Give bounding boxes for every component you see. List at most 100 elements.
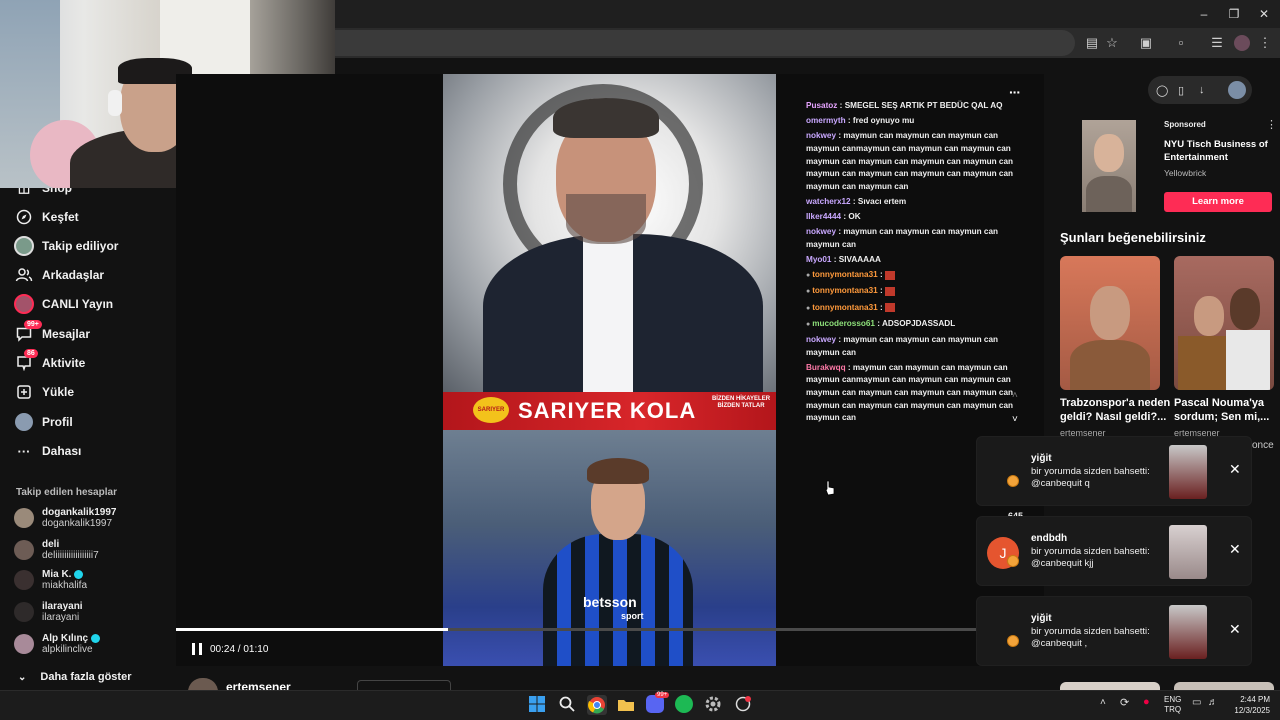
chat-separator: : xyxy=(877,286,885,296)
account-avatar[interactable] xyxy=(1228,81,1246,99)
more-options-icon[interactable]: ··· xyxy=(1009,84,1021,100)
clock[interactable]: 2:44 PM 12/3/2025 xyxy=(1228,694,1270,716)
chat-username[interactable]: tonnymontana31 xyxy=(812,286,878,295)
ad-body xyxy=(1086,176,1132,212)
sponsored-ad[interactable]: Sponsored ⋮ NYU Tisch Business of Entert… xyxy=(1060,116,1277,216)
recommended-video-title[interactable]: Pascal Nouma'ya sordum; Sen mi,... xyxy=(1174,396,1280,424)
close-icon[interactable]: ✕ xyxy=(1229,461,1241,478)
creator-name[interactable]: ertemsener xyxy=(226,680,291,690)
chat-username[interactable]: omermyth xyxy=(806,116,846,125)
recommended-thumbnail[interactable] xyxy=(1060,256,1160,390)
close-icon[interactable]: ✕ xyxy=(1229,621,1241,638)
friends-icon xyxy=(14,265,34,285)
bookmark-star-icon[interactable]: ☆ xyxy=(1103,34,1121,52)
chrome-icon[interactable] xyxy=(587,695,607,715)
learn-more-button[interactable]: Learn more xyxy=(1164,192,1272,212)
chat-message: Ilker4444 : OK xyxy=(806,211,1022,224)
chat-username[interactable]: watcherx12 xyxy=(806,197,851,206)
follow-button[interactable] xyxy=(357,680,451,690)
chat-username[interactable]: Burakwqq xyxy=(806,363,846,372)
close-window-icon[interactable]: ✕ xyxy=(1256,6,1272,22)
thumb-face xyxy=(1090,286,1130,340)
sidebar-item-friends[interactable]: Arkadaşlar xyxy=(14,263,104,287)
ad-title: NYU Tisch Business of Entertainment xyxy=(1164,139,1268,163)
close-icon[interactable]: ✕ xyxy=(1229,541,1241,558)
sidebar-item-following[interactable]: Takip ediliyor xyxy=(14,234,118,258)
sidebar-item-live[interactable]: CANLI Yayın xyxy=(14,292,113,316)
minimize-icon[interactable]: – xyxy=(1196,6,1212,22)
settings-gear-icon[interactable] xyxy=(704,695,724,715)
followed-account[interactable]: dogankalik1997 dogankalik1997 xyxy=(14,504,116,532)
chat-username[interactable]: Myo01 xyxy=(806,255,831,264)
sidebar-item-label: Aktivite xyxy=(42,356,86,370)
install-app-icon[interactable]: ▤ xyxy=(1083,34,1101,52)
sidebar-item-messages[interactable]: 99+ Mesajlar xyxy=(14,320,90,346)
phone-icon[interactable]: ▯ xyxy=(1178,84,1184,97)
file-explorer-icon[interactable] xyxy=(616,695,636,715)
chat-username[interactable]: Pusatoz xyxy=(806,101,837,110)
sidebar-item-activity[interactable]: 86 Aktivite xyxy=(14,349,86,375)
tray-chevron-up-icon[interactable]: ˄ xyxy=(1100,697,1106,708)
activity-icon: 86 xyxy=(14,349,38,373)
volume-icon[interactable]: ♬ xyxy=(1208,697,1218,708)
windows-start-icon[interactable] xyxy=(528,695,548,715)
recommended-video-title[interactable]: Trabzonspor'a neden geldi? Nasıl geldi?.… xyxy=(1060,396,1172,424)
headphone-left xyxy=(108,90,122,116)
sync-icon[interactable]: ⟳ xyxy=(1120,696,1129,709)
chat-message: ● tonnymontana31 : xyxy=(806,269,1022,283)
followed-account[interactable]: Mia K. miakhalifa xyxy=(14,566,87,594)
notification-toast[interactable]: J endbdh bir yorumda sizden bahsetti: @c… xyxy=(976,516,1252,586)
download-icon[interactable]: ↓ xyxy=(1199,84,1205,96)
followed-account[interactable]: deli deliiiiiiiiiiiiiiiii7 xyxy=(14,536,99,564)
notification-toast[interactable]: yiğit bir yorumda sizden bahsetti: @canb… xyxy=(976,436,1252,506)
language-indicator[interactable]: ENG TRQ xyxy=(1164,695,1181,715)
extensions-icon[interactable]: ▣ xyxy=(1137,34,1155,52)
followed-account[interactable]: ilarayani ilarayani xyxy=(14,598,83,626)
speed-icon[interactable]: ◯ xyxy=(1156,84,1168,97)
sidebar-item-more[interactable]: ··· Dahası xyxy=(14,439,82,463)
notification-badge-icon xyxy=(1007,475,1019,487)
notification-thumbnail xyxy=(1169,445,1207,499)
spotify-icon[interactable] xyxy=(675,695,695,715)
player-hair xyxy=(587,458,649,484)
profile-avatar[interactable] xyxy=(1234,35,1250,51)
sidebar-item-upload[interactable]: Yükle xyxy=(14,380,74,404)
media-control-icon[interactable]: ☰ xyxy=(1208,34,1226,52)
chat-username[interactable]: mucoderosso61 xyxy=(812,319,875,328)
search-icon[interactable] xyxy=(558,695,578,715)
video-frame[interactable]: SARIYER SARIYER KOLA BİZDEN HİKAYELER Bİ… xyxy=(443,74,776,666)
chat-username[interactable]: tonnymontana31 xyxy=(812,270,878,279)
chat-username[interactable]: nokwey xyxy=(806,131,836,140)
chat-username[interactable]: Ilker4444 xyxy=(806,212,841,221)
chat-text: fred oynuyo mu xyxy=(852,116,915,126)
pause-icon[interactable] xyxy=(190,642,204,656)
discord-icon[interactable]: 99+ xyxy=(646,692,670,715)
microphone-icon[interactable]: ● xyxy=(1143,696,1150,708)
monitor-icon[interactable]: ▭ xyxy=(1192,697,1201,708)
chat-separator: : xyxy=(874,318,882,328)
chat-username[interactable]: nokwey xyxy=(806,335,836,344)
followed-account[interactable]: Alp Kılınç alpkilinclive xyxy=(14,630,101,658)
recommended-thumbnail[interactable] xyxy=(1174,256,1274,390)
browser-menu-icon[interactable]: ⋮ xyxy=(1256,34,1274,52)
show-more-button[interactable]: ⌄ Daha fazla göster xyxy=(18,665,131,689)
chevron-down-icon[interactable]: ˅ xyxy=(1012,414,1018,425)
chevron-up-icon[interactable]: ˄ xyxy=(1012,390,1018,401)
chat-username[interactable]: nokwey xyxy=(806,227,836,236)
app-icon[interactable] xyxy=(734,695,754,715)
split-view-icon[interactable]: ▫ xyxy=(1172,34,1190,52)
following-icon xyxy=(14,236,34,256)
thumb-body xyxy=(1178,336,1226,390)
address-bar[interactable] xyxy=(335,30,1075,56)
restore-icon[interactable]: ❐ xyxy=(1226,6,1242,22)
sidebar-item-explore[interactable]: Keşfet xyxy=(14,205,79,229)
thumb-face xyxy=(1194,296,1224,336)
recommended-thumbnail[interactable] xyxy=(1174,682,1274,690)
notification-toast[interactable]: yiğit bir yorumda sizden bahsetti: @canb… xyxy=(976,596,1252,666)
avatar xyxy=(14,570,34,590)
chat-username[interactable]: tonnymontana31 xyxy=(812,303,878,312)
recommended-thumbnail[interactable] xyxy=(1060,682,1160,690)
sidebar-item-label: Arkadaşlar xyxy=(42,268,105,282)
sidebar-item-profile[interactable]: Profil xyxy=(14,410,73,434)
ad-more-icon[interactable]: ⋮ xyxy=(1266,118,1277,131)
